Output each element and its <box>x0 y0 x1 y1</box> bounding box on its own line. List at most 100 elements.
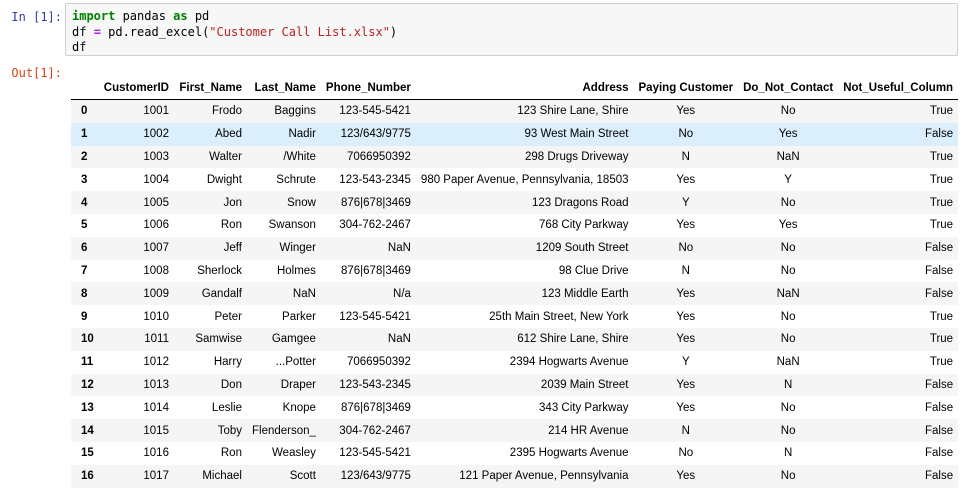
row-index: 0 <box>81 105 88 118</box>
table-row[interactable]: 1 1002 Abed Nadir 123/643/9775 93 West Main S… <box>71 122 959 146</box>
table-cell: Yes <box>676 470 696 483</box>
table-row[interactable]: 14 1015 Toby Flenderson_ 304-762-2467 214 HR … <box>71 419 959 442</box>
table-cell: 123-543-2345 <box>339 378 411 391</box>
table-cell: Leslie <box>211 401 242 414</box>
table-cell: 2039 Main Street <box>540 378 629 391</box>
table-cell: 123 Dragons Road <box>531 196 629 209</box>
table-cell: Gamgee <box>271 333 316 346</box>
table-cell: Ron <box>220 219 242 232</box>
code-paren: ) <box>389 24 398 39</box>
table-cell: 1013 <box>143 378 169 391</box>
table-cell: 1016 <box>143 447 169 460</box>
table-cell: False <box>924 287 954 300</box>
table-cell: Ron <box>220 447 242 460</box>
table-cell: Yes <box>778 219 798 232</box>
table-cell: True <box>929 219 954 232</box>
table-cell: Yes <box>676 333 696 346</box>
output-prompt: Out[1]: <box>11 66 62 80</box>
table-cell: 1014 <box>143 401 169 414</box>
table-cell: 980 Paper Avenue, Pennsylvania, 18503 <box>420 173 629 186</box>
table-cell: False <box>924 264 954 277</box>
table-cell: Yes <box>676 173 696 186</box>
table-row[interactable]: 6 1007 Jeff Winger NaN 1209 South Street No No F… <box>71 236 959 260</box>
table-row[interactable]: 16 1017 Michael Scott 123/643/9775 121 Paper … <box>71 464 959 488</box>
table-cell: 123/643/9775 <box>340 470 411 483</box>
table-cell: Peter <box>214 310 242 323</box>
table-cell: N <box>783 447 793 460</box>
table-cell: Yes <box>676 287 696 300</box>
table-cell: Toby <box>217 424 242 437</box>
table-row[interactable]: 13 1014 Leslie Knope 876|678|3469 343 City Pa… <box>71 396 958 419</box>
row-index: 15 <box>81 447 94 460</box>
table-cell: 1011 <box>144 333 169 346</box>
table-cell: N <box>681 150 690 163</box>
code-line-1: import pandas as pd <box>72 9 951 25</box>
table-cell: No <box>780 196 796 209</box>
table-row[interactable]: 15 1016 Ron Weasley 123-545-5421 2395 Hogwart… <box>71 442 958 465</box>
code-string: "Customer Call List.xlsx" <box>209 24 390 39</box>
table-cell: Jeff <box>223 242 242 255</box>
code-operator: = <box>93 24 101 39</box>
table-cell: Harry <box>213 356 242 369</box>
table-row[interactable]: 11 1012 Harry ...Potter 7066950392 2394 Hogwa… <box>71 351 958 374</box>
column-header: Phone_Number <box>320 77 416 100</box>
table-header-row: CustomerID First_Name Last_Name Phone_Numbe… <box>71 77 959 100</box>
table-cell: NaN <box>776 150 800 163</box>
table-cell: No <box>780 424 796 437</box>
table-cell: Y <box>681 356 690 369</box>
table-cell: 1012 <box>143 356 169 369</box>
table-cell: 7066950392 <box>346 356 411 369</box>
table-row[interactable]: 12 1013 Don Draper 123-543-2345 2039 Main Str… <box>71 373 959 397</box>
table-row[interactable]: 2 1003 Walter/White 7066950392 298 Drugs Dri… <box>71 145 959 169</box>
row-index: 13 <box>81 401 94 414</box>
table-cell: 123-545-5421 <box>339 310 411 323</box>
table-cell: 1015 <box>143 424 169 437</box>
table-cell: 2395 Hogwarts Avenue <box>509 447 629 460</box>
table-row[interactable]: 3 1004 Dwight Schrute 123-543-2345 980 Paper … <box>71 168 958 191</box>
table-row[interactable]: 5 1006 Ron Swanson 304-762-2467 768 City Park… <box>71 214 958 237</box>
table-cell: Baggins <box>274 105 316 118</box>
column-header: Address <box>415 77 634 100</box>
table-cell: Snow <box>287 196 316 209</box>
table-cell: 1017 <box>143 470 169 483</box>
table-cell: Schrute <box>276 173 316 186</box>
index-header <box>71 77 99 100</box>
table-cell: ...Potter <box>275 356 316 369</box>
table-cell: 876|678|3469 <box>340 264 411 277</box>
row-index: 16 <box>81 470 94 483</box>
table-row[interactable]: 4 1005 Jon Snow 876|678|3469 123 Dragons Road… <box>71 191 959 214</box>
table-cell: 1003 <box>143 150 169 163</box>
table-cell: True <box>929 196 954 209</box>
table-row[interactable]: 0 1001 Frodo Baggins 123-545-5421 123 Shire L… <box>71 99 959 123</box>
table-cell: Samwise <box>195 333 242 346</box>
table-cell: 93 West Main Street <box>524 128 629 141</box>
table-row[interactable]: 8 1009 Gandalf NaN N/a 123 Middle Earth Yes NaN… <box>71 282 959 306</box>
table-cell: Dwight <box>206 173 242 186</box>
table-cell: 1008 <box>143 264 169 277</box>
table-cell: Parker <box>282 310 316 323</box>
table-cell: No <box>678 242 694 255</box>
code-keyword-as: as <box>173 9 188 23</box>
table-body: 0 1001 Frodo Baggins 123-545-5421 123 Shire L… <box>71 99 959 488</box>
table-cell: Weasley <box>272 447 316 460</box>
table-cell: NaN <box>387 333 411 346</box>
code-line-2: df = pd.read_excel("Customer Call List.x… <box>72 25 951 41</box>
row-index: 5 <box>81 219 88 232</box>
table-cell: 1006 <box>143 219 169 232</box>
table-cell: 304-762-2467 <box>339 424 411 437</box>
table-row[interactable]: 7 1008 Sherlock Holmes 876|678|3469 98 Clue D… <box>71 260 958 283</box>
table-row[interactable]: 9 1010 Peter Parker 123-545-5421 25th Main St… <box>71 305 958 328</box>
table-cell: False <box>924 401 954 414</box>
table-row[interactable]: 10 1011 Samwise Gamgee NaN 612 Shire Lane, Sh… <box>71 327 959 351</box>
table-cell: 612 Shire Lane, Shire <box>517 333 629 346</box>
table-cell: Scott <box>289 470 316 483</box>
table-cell: 214 HR Avenue <box>548 424 629 437</box>
table-cell: 1001 <box>143 105 169 118</box>
row-index: 1 <box>81 128 88 141</box>
code-cell-editor[interactable]: import pandas as pd df = pd.read_excel("… <box>65 3 958 56</box>
dataframe-output: CustomerID First_Name Last_Name Phone_Numbe… <box>71 77 959 488</box>
table-cell: No <box>678 128 694 141</box>
table-cell: True <box>929 105 954 118</box>
table-cell: N <box>783 378 793 391</box>
column-header: Not_Useful_Column <box>838 77 959 100</box>
